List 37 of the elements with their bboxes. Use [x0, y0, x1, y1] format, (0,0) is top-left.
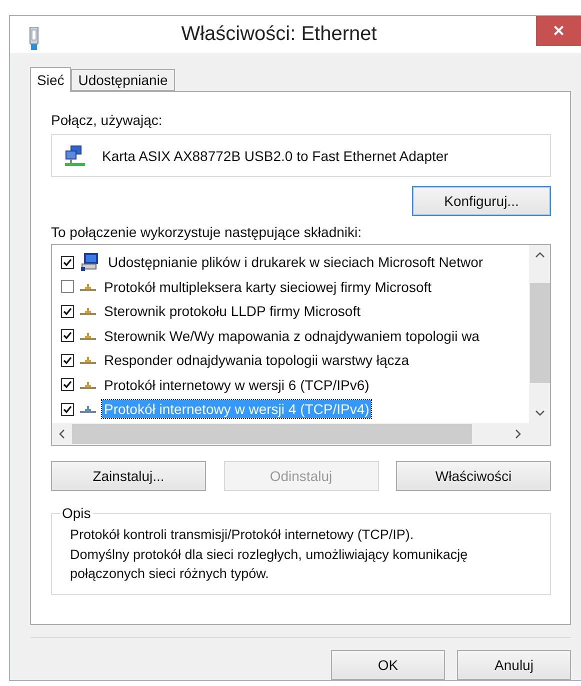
network-protocol-icon [80, 355, 96, 366]
dialog-button[interactable]: Anuluj [457, 650, 571, 680]
adapter-name: Karta ASIX AX88772B USB2.0 to Fast Ethernet Adapter [102, 148, 448, 164]
network-protocol-icon [80, 380, 96, 390]
computer-icon [80, 252, 100, 272]
network-protocol-icon [80, 282, 96, 292]
close-button[interactable]: ✕ [536, 16, 581, 46]
tab[interactable]: Sieć [30, 67, 72, 92]
action-button[interactable]: Zainstaluj... [51, 461, 206, 491]
checkbox[interactable] [61, 402, 74, 416]
network-protocol-icon [80, 330, 96, 341]
checkbox[interactable] [61, 256, 74, 269]
list-item[interactable]: Protokół internetowy w wersji 6 (TCP/IPv6) [102, 376, 372, 394]
checkbox[interactable] [61, 354, 74, 367]
horizontal-scrollbar[interactable] [52, 423, 550, 445]
group-title: Opis [61, 505, 92, 521]
checkbox[interactable] [61, 280, 74, 294]
list-item[interactable]: Responder odnajdywania topologii warstwy łącza [102, 351, 412, 370]
window-title: Właściwości: Ethernet [181, 23, 377, 46]
network-adapter-icon [64, 144, 86, 166]
network-protocol-icon [80, 404, 96, 414]
dialog-button[interactable]: OK [331, 650, 445, 680]
checkbox[interactable] [61, 304, 74, 318]
list-item[interactable]: Sterownik We/Wy mapowania z odnajdywaniem topologii wa [102, 326, 482, 345]
tab[interactable]: Udostępnianie [71, 69, 175, 91]
network-protocol-icon [80, 306, 96, 316]
description-text: Protokół kontroli transmisji/Protokół internetowy (TCP/IP). Domyślny protokół dla sieci rozległych, umożliwiający komunikację połączonych sieci różnych typów. [70, 526, 469, 583]
action-button[interactable]: Właściwości [396, 461, 551, 491]
list-item[interactable]: Udostępnianie plików i drukarek w sieciach Microsoft Networ [106, 253, 486, 272]
connect-using-label: Połącz, używając: [51, 112, 164, 128]
vertical-scrollbar[interactable] [529, 245, 550, 423]
configure-button[interactable]: Konfiguruj... [412, 186, 551, 216]
list-item[interactable]: Sterownik protokołu LLDP firmy Microsoft [102, 302, 362, 320]
components-label: To połączenie wykorzystuje następujące składniki: [51, 224, 362, 240]
checkbox[interactable] [61, 329, 74, 342]
checkbox[interactable] [61, 378, 74, 392]
list-item[interactable]: Protokół multipleksera karty sieciowej firmy Microsoft [102, 278, 434, 296]
